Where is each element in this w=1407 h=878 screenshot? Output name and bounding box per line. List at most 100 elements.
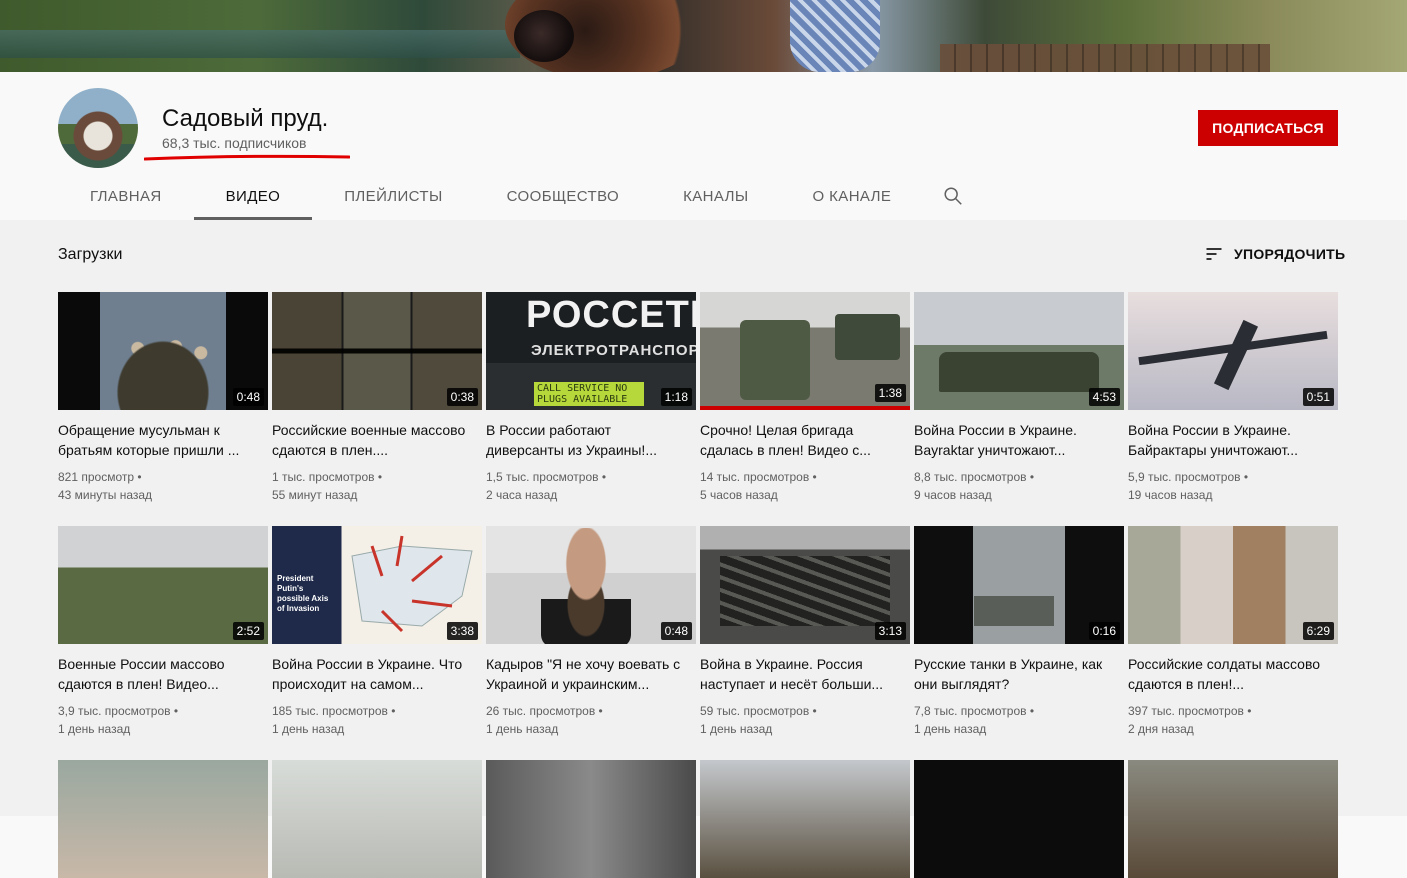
video-card[interactable]: РОССЕТИ ЭЛЕКТРОТРАНСПОРТ CALL SERVICE NO… — [486, 292, 696, 526]
video-card[interactable] — [486, 760, 696, 878]
tab-playlists[interactable]: ПЛЕЙЛИСТЫ — [312, 172, 474, 220]
thumbnail-text: ЭЛЕКТРОТРАНСПОРТ — [531, 342, 696, 359]
video-card[interactable]: 0:48 Кадыров "Я не хочу воевать с Украин… — [486, 526, 696, 760]
video-card[interactable]: 2:52 Военные России массово сдаются в пл… — [58, 526, 268, 760]
upload-age: 9 часов назад — [914, 488, 992, 502]
video-title[interactable]: Российские военные массово сдаются в пле… — [272, 420, 482, 460]
video-card[interactable] — [700, 760, 910, 878]
videos-content: Загрузки УПОРЯДОЧИТЬ 0:48 Обращение мусу… — [0, 220, 1407, 878]
video-card[interactable] — [1128, 760, 1338, 878]
video-card[interactable]: 0:51 Война России в Украине. Байрактары … — [1128, 292, 1338, 526]
duration-badge: 0:38 — [446, 388, 478, 406]
video-thumbnail[interactable]: 3:13 — [700, 526, 910, 644]
duration-badge: 0:48 — [660, 622, 692, 640]
sort-button[interactable]: УПОРЯДОЧИТЬ — [1204, 244, 1345, 264]
duration-badge: 4:53 — [1088, 388, 1120, 406]
video-meta: 5,9 тыс. просмотров • 19 часов назад — [1128, 468, 1338, 504]
tab-channels[interactable]: КАНАЛЫ — [651, 172, 780, 220]
video-thumbnail[interactable]: 6:29 — [1128, 526, 1338, 644]
sort-icon — [1206, 248, 1222, 260]
video-card[interactable]: 0:16 Русские танки в Украине, как они вы… — [914, 526, 1124, 760]
duration-badge: 0:51 — [1302, 388, 1334, 406]
video-card[interactable] — [272, 760, 482, 878]
video-thumbnail[interactable]: РОССЕТИ ЭЛЕКТРОТРАНСПОРТ CALL SERVICE NO… — [486, 292, 696, 410]
video-thumbnail[interactable]: President Putin's possible Axis of Invas… — [272, 526, 482, 644]
video-card[interactable]: President Putin's possible Axis of Invas… — [272, 526, 482, 760]
duration-badge: 1:18 — [660, 388, 692, 406]
view-count: 185 тыс. просмотров • — [272, 704, 396, 718]
video-thumbnail[interactable]: 0:51 — [1128, 292, 1338, 410]
video-title[interactable]: Обращение мусульман к братьям которые пр… — [58, 420, 268, 460]
video-thumbnail[interactable]: 0:16 — [914, 526, 1124, 644]
channel-search-button[interactable] — [923, 172, 983, 220]
video-thumbnail[interactable] — [58, 760, 268, 878]
video-thumbnail[interactable] — [1128, 760, 1338, 878]
video-card[interactable]: 4:53 Война России в Украине. Bayraktar у… — [914, 292, 1124, 526]
video-meta: 3,9 тыс. просмотров • 1 день назад — [58, 702, 268, 738]
subscriber-count: 68,3 тыс. подписчиков — [162, 135, 307, 151]
sort-label: УПОРЯДОЧИТЬ — [1234, 246, 1346, 262]
video-card[interactable]: 3:13 Война в Украине. Россия наступает и… — [700, 526, 910, 760]
view-count: 821 просмотр • — [58, 470, 142, 484]
tab-about[interactable]: О КАНАЛЕ — [781, 172, 924, 220]
video-title[interactable]: Русские танки в Украине, как они выглядя… — [914, 654, 1124, 694]
view-count: 26 тыс. просмотров • — [486, 704, 603, 718]
video-thumbnail[interactable]: 0:38 — [272, 292, 482, 410]
channel-tabs: ГЛАВНАЯ ВИДЕО ПЛЕЙЛИСТЫ СООБЩЕСТВО КАНАЛ… — [58, 172, 983, 220]
upload-age: 1 день назад — [486, 722, 559, 736]
search-icon — [944, 187, 963, 205]
video-meta: 14 тыс. просмотров • 5 часов назад — [700, 468, 910, 504]
video-title[interactable]: Российские солдаты массово сдаются в пле… — [1128, 654, 1338, 694]
video-thumbnail[interactable]: 0:48 — [486, 526, 696, 644]
tab-home[interactable]: ГЛАВНАЯ — [58, 172, 194, 220]
channel-avatar[interactable] — [58, 88, 138, 168]
tab-label: ГЛАВНАЯ — [90, 187, 162, 205]
duration-badge: 0:48 — [232, 388, 264, 406]
video-thumbnail[interactable] — [486, 760, 696, 878]
red-annotation-underline — [144, 154, 350, 161]
video-thumbnail[interactable]: 0:48 — [58, 292, 268, 410]
video-title[interactable]: Война России в Украине. Bayraktar уничто… — [914, 420, 1124, 460]
video-card[interactable] — [58, 760, 268, 878]
video-meta: 7,8 тыс. просмотров • 1 день назад — [914, 702, 1124, 738]
upload-age: 1 день назад — [272, 722, 345, 736]
video-meta: 821 просмотр • 43 минуты назад — [58, 468, 268, 504]
upload-age: 55 минут назад — [272, 488, 358, 502]
video-card[interactable]: 0:38 Российские военные массово сдаются … — [272, 292, 482, 526]
video-title[interactable]: Война в Украине. Россия наступает и несё… — [700, 654, 910, 694]
video-title[interactable]: Кадыров "Я не хочу воевать с Украиной и … — [486, 654, 696, 694]
view-count: 1,5 тыс. просмотров • — [486, 470, 607, 484]
tab-community[interactable]: СООБЩЕСТВО — [475, 172, 651, 220]
watch-progress-bar — [700, 406, 910, 410]
video-title[interactable]: Война России в Украине. Что происходит н… — [272, 654, 482, 694]
banner-water — [0, 30, 520, 58]
subscribe-button[interactable]: ПОДПИСАТЬСЯ — [1198, 110, 1338, 146]
video-card[interactable]: 1:38 Срочно! Целая бригада сдалась в пле… — [700, 292, 910, 526]
video-title[interactable]: Военные России массово сдаются в плен! В… — [58, 654, 268, 694]
video-card[interactable]: 0:48 Обращение мусульман к братьям котор… — [58, 292, 268, 526]
video-card[interactable] — [914, 760, 1124, 878]
video-card[interactable]: 6:29 Российские солдаты массово сдаются … — [1128, 526, 1338, 760]
video-title[interactable]: Война России в Украине. Байрактары уничт… — [1128, 420, 1338, 460]
video-thumbnail[interactable]: 4:53 — [914, 292, 1124, 410]
video-title[interactable]: В России работают диверсанты из Украины!… — [486, 420, 696, 460]
video-thumbnail[interactable]: 1:38 — [700, 292, 910, 410]
thumbnail-text: President Putin's possible Axis of Invas… — [277, 574, 329, 613]
video-thumbnail[interactable]: 2:52 — [58, 526, 268, 644]
tab-videos[interactable]: ВИДЕО — [193, 172, 313, 220]
channel-name: Садовый пруд. — [162, 105, 329, 132]
banner-deck — [940, 44, 1270, 72]
video-thumbnail[interactable] — [272, 760, 482, 878]
upload-age: 1 день назад — [58, 722, 131, 736]
video-meta: 397 тыс. просмотров • 2 дня назад — [1128, 702, 1338, 738]
video-thumbnail[interactable] — [914, 760, 1124, 878]
video-grid: 0:48 Обращение мусульман к братьям котор… — [58, 292, 1342, 760]
video-meta: 26 тыс. просмотров • 1 день назад — [486, 702, 696, 738]
duration-badge: 2:52 — [232, 622, 264, 640]
banner-person — [790, 0, 880, 72]
thumbnail-text: РОССЕТИ — [526, 294, 696, 336]
video-thumbnail[interactable] — [700, 760, 910, 878]
video-title[interactable]: Срочно! Целая бригада сдалась в плен! Ви… — [700, 420, 910, 460]
channel-header: Садовый пруд. 68,3 тыс. подписчиков ПОДП… — [0, 72, 1407, 220]
duration-badge: 3:13 — [874, 622, 906, 640]
